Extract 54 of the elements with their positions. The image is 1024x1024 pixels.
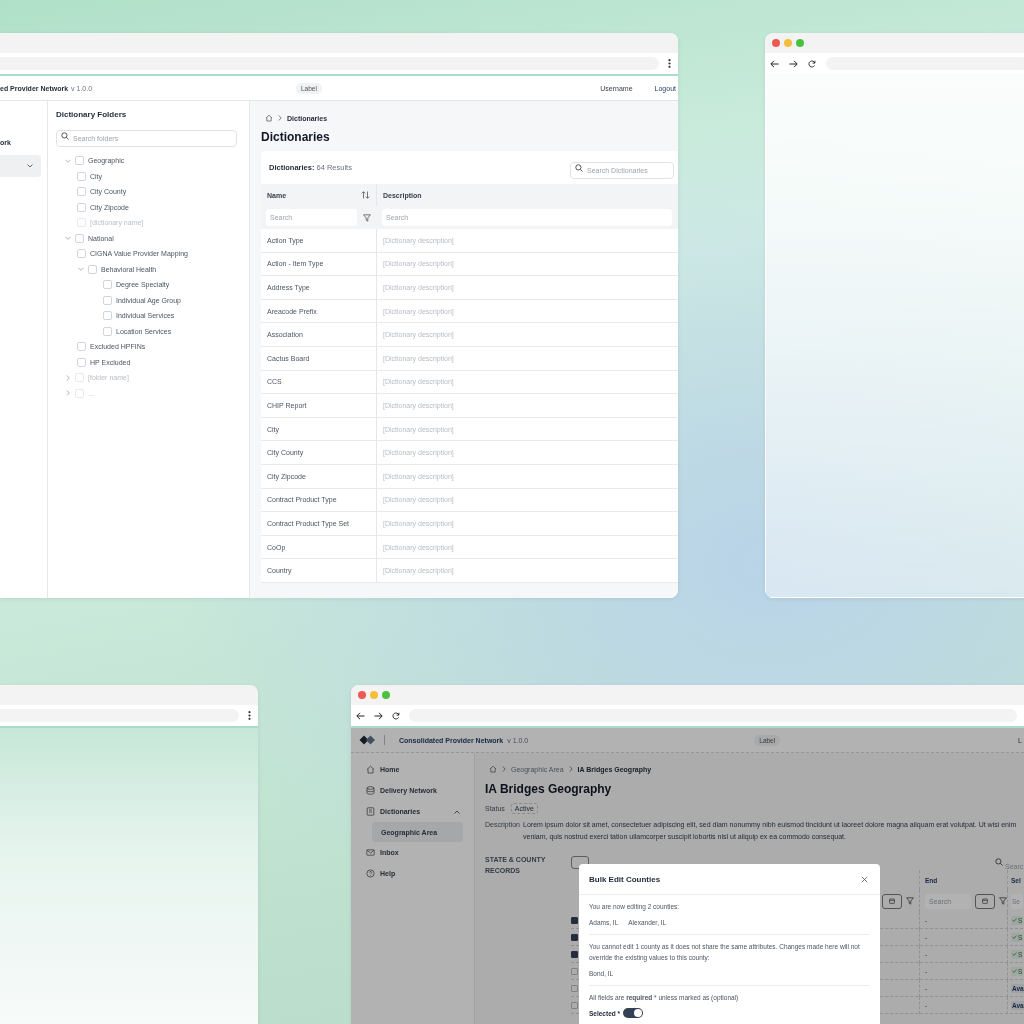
check-icon <box>1012 952 1017 956</box>
mail-icon <box>366 848 375 857</box>
forward-icon[interactable] <box>789 59 798 68</box>
checkbox[interactable] <box>571 916 578 924</box>
minimize-button[interactable] <box>784 39 792 47</box>
calendar-icon <box>889 898 895 904</box>
calendar-icon <box>982 898 988 904</box>
chevron-icon[interactable] <box>454 809 460 814</box>
search-icon <box>61 131 69 140</box>
maximize-button[interactable] <box>796 39 804 47</box>
home-icon[interactable] <box>265 114 273 122</box>
back-icon[interactable] <box>356 711 365 720</box>
database-icon <box>366 786 375 795</box>
back-icon[interactable] <box>770 59 779 68</box>
checkbox[interactable] <box>571 933 578 941</box>
page-title: Dictionaries <box>261 130 331 144</box>
chevron-icon <box>278 115 282 121</box>
calendar-button[interactable] <box>882 893 902 909</box>
maximize-button[interactable] <box>382 691 390 699</box>
forward-icon[interactable] <box>374 711 383 720</box>
check-icon <box>1012 918 1017 922</box>
close-button[interactable] <box>358 691 366 699</box>
book-icon <box>366 807 375 816</box>
filter-icon[interactable] <box>363 213 371 222</box>
chevron-icon <box>502 766 506 772</box>
chevron-icon <box>568 766 573 772</box>
sort-icon[interactable] <box>361 191 370 199</box>
dialog-title: Bulk Edit Counties <box>589 874 661 884</box>
check-icon <box>1012 935 1017 939</box>
reload-icon[interactable] <box>392 711 400 720</box>
filter-icon[interactable] <box>999 897 1007 905</box>
search-icon <box>995 858 1003 866</box>
toggle-switch[interactable] <box>623 1008 644 1018</box>
checkbox[interactable] <box>571 1001 578 1009</box>
page-title: IA Bridges Geography <box>485 782 613 796</box>
minimize-button[interactable] <box>370 691 378 699</box>
checkbox[interactable] <box>571 984 578 992</box>
home-icon[interactable] <box>489 765 497 773</box>
panel-title: Dictionary Folders <box>56 110 128 119</box>
check-icon <box>1012 969 1017 973</box>
reload-icon[interactable] <box>808 59 816 68</box>
chevron-icon[interactable] <box>27 164 33 168</box>
home-icon <box>366 765 375 774</box>
checkbox[interactable] <box>571 950 578 958</box>
more-icon[interactable] <box>668 59 671 68</box>
search-icon <box>575 163 583 172</box>
more-icon[interactable] <box>248 711 251 720</box>
close-icon[interactable] <box>861 875 868 883</box>
checkbox[interactable] <box>571 967 578 975</box>
filter-icon[interactable] <box>906 897 914 905</box>
help-icon <box>366 869 375 878</box>
close-button[interactable] <box>772 39 780 47</box>
logo-icon <box>359 735 376 745</box>
calendar-button[interactable] <box>975 893 995 909</box>
